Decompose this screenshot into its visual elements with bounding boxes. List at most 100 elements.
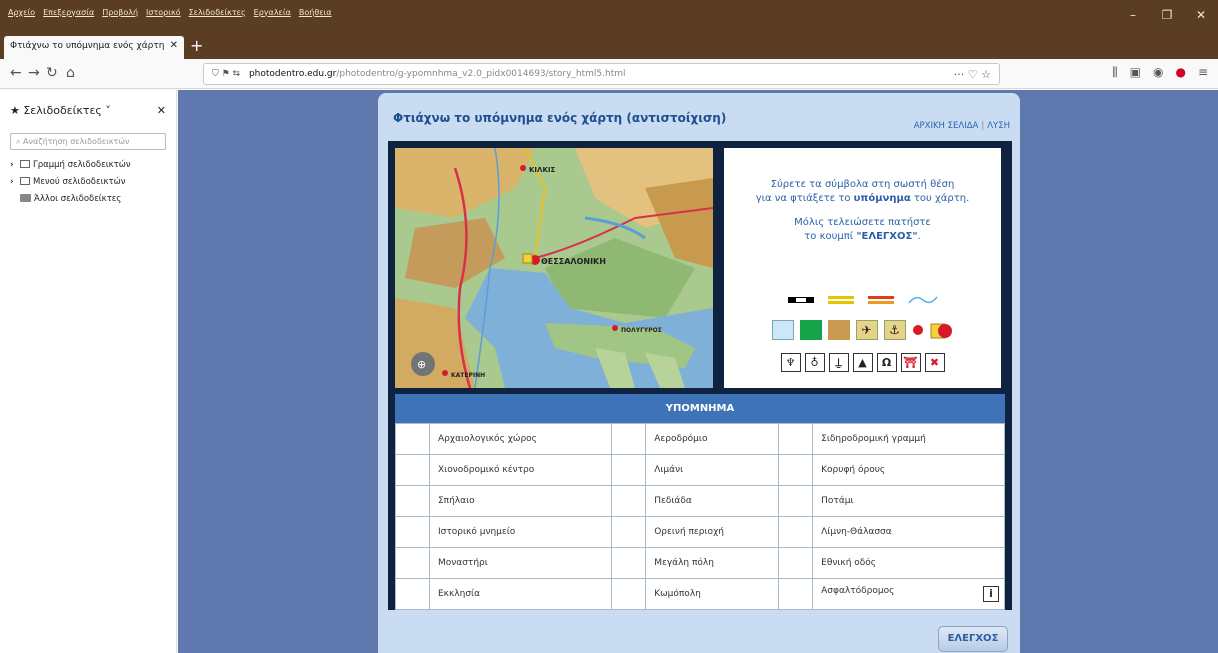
hamburger-menu-icon[interactable]: ≡ — [1198, 65, 1208, 80]
legend-table: Αρχαιολογικός χώρος Αεροδρόμιο Σιδηροδρο… — [395, 423, 1005, 610]
drop-slot[interactable] — [778, 578, 814, 610]
tracking-shield-icon[interactable]: ⛉ ⚑ ⇆ — [212, 69, 240, 79]
drop-slot[interactable] — [395, 454, 430, 486]
mountain-area-symbol[interactable] — [827, 320, 850, 340]
plain-symbol[interactable] — [799, 320, 822, 340]
menu-view[interactable]: Προβολή — [102, 8, 138, 17]
menu-tools[interactable]: Εργαλεία — [254, 8, 291, 17]
drop-slot[interactable] — [611, 516, 647, 548]
drop-slot[interactable] — [611, 547, 647, 579]
instructions-text-1: Σύρετε τα σύμβολα στη σωστή θέση για να … — [724, 178, 1001, 206]
back-icon[interactable]: ← — [10, 65, 22, 81]
instr-line-3: Μόλις τελειώσετε πατήστε — [794, 217, 931, 228]
drop-slot[interactable] — [395, 485, 430, 517]
url-bar[interactable]: ⛉ ⚑ ⇆ photodentro.edu.gr/photodentro/g-y… — [203, 63, 1000, 85]
highway-line-symbol[interactable] — [827, 295, 854, 305]
big-city-symbol[interactable] — [930, 320, 954, 340]
table-row: Μοναστήρι Μεγάλη πόλη Εθνική οδός — [395, 547, 1005, 579]
menu-help[interactable]: Βοήθεια — [299, 8, 332, 17]
bookmarks-search-input[interactable]: ⌕ Αναζήτηση σελιδοδεικτών — [10, 133, 166, 150]
sidebar-item-label: Άλλοι σελιδοδείκτες — [34, 194, 122, 204]
cave-symbol[interactable]: Ω — [876, 353, 897, 372]
instr-line-4b: "ΕΛΕΓΧΟΣ" — [856, 231, 918, 242]
restore-icon[interactable]: ❐ — [1150, 0, 1184, 34]
instr-line-2a: για να φτιάξετε το — [755, 193, 854, 204]
town-symbol[interactable] — [912, 324, 924, 336]
map-label-katerini: ΚΑΤΕΡΙΝΗ — [451, 372, 485, 379]
sidebar-toggle-icon[interactable]: ▣ — [1130, 65, 1141, 80]
sidebar-close-icon[interactable]: ✕ — [157, 104, 166, 117]
account-icon[interactable]: ◉ — [1153, 65, 1163, 80]
area-symbols-row: ✈ ⚓ — [724, 320, 1001, 340]
table-row: Ιστορικό μνημείο Ορεινή περιοχή Λίμνη-Θά… — [395, 516, 1005, 548]
tab-active[interactable]: Φτιάχνω το υπόμνημα ενός χάρτη ✕ — [4, 36, 184, 59]
drop-slot[interactable] — [395, 516, 430, 548]
table-row: Χιονοδρομικό κέντρο Λιμάνι Κορυφή όρους — [395, 454, 1005, 486]
toolbar-icon — [20, 160, 30, 168]
instructions-text-2: Μόλις τελειώσετε πατήστε το κουμπί "ΕΛΕΓ… — [724, 216, 1001, 244]
page-actions-icon[interactable]: ··· ♡ ☆ — [954, 68, 991, 81]
drop-slot[interactable] — [611, 423, 647, 455]
historic-monument-symbol[interactable]: ✖ — [924, 353, 945, 372]
library-icon[interactable]: ⫼ — [1112, 65, 1118, 80]
menu-file[interactable]: Αρχείο — [8, 8, 35, 17]
menu-history[interactable]: Ιστορικό — [146, 8, 181, 17]
drop-slot[interactable] — [778, 516, 814, 548]
bookmarks-sidebar: ★ Σελιδοδείκτες ˅ ✕ ⌕ Αναζήτηση σελιδοδε… — [0, 90, 177, 653]
drop-slot[interactable] — [778, 485, 814, 517]
tab-title: Φτιάχνω το υπόμνημα ενός χάρτη — [10, 41, 165, 51]
legend-label-last: Ασφαλτόδρομος i — [812, 578, 1005, 610]
legend-label: Μεγάλη πόλη — [645, 547, 780, 579]
instr-line-4c: . — [917, 231, 921, 242]
sidebar-item-toolbar[interactable]: › Γραμμή σελιδοδεικτών — [10, 160, 166, 170]
menu-bookmarks[interactable]: Σελιδοδείκτες — [189, 8, 246, 17]
church-symbol[interactable]: ♁ — [804, 353, 825, 372]
new-tab-icon[interactable]: + — [190, 37, 203, 55]
asphalt-road-symbol[interactable] — [867, 295, 894, 305]
table-row: Σπήλαιο Πεδιάδα Ποτάμι — [395, 485, 1005, 517]
port-symbol[interactable]: ⚓ — [883, 320, 906, 340]
airport-symbol[interactable]: ✈ — [855, 320, 878, 340]
close-window-icon[interactable]: ✕ — [1184, 0, 1218, 34]
monastery-symbol[interactable]: ⍊ — [828, 353, 849, 372]
legend-label: Λίμνη-Θάλασσα — [812, 516, 1005, 548]
close-tab-icon[interactable]: ✕ — [170, 40, 178, 51]
window-controls: – ❐ ✕ — [1116, 0, 1218, 34]
legend-label: Εκκλησία — [428, 578, 613, 610]
sidebar-title-button[interactable]: ★ Σελιδοδείκτες ˅ — [10, 104, 111, 117]
mountain-peak-symbol[interactable]: ▲ — [852, 353, 873, 372]
check-button[interactable]: ΕΛΕΓΧΟΣ — [938, 626, 1008, 652]
solution-link[interactable]: ΛΥΣΗ — [987, 121, 1010, 131]
archaeological-site-symbol[interactable]: ⛩ — [900, 353, 921, 372]
drop-slot[interactable] — [778, 423, 814, 455]
home-icon[interactable]: ⌂ — [66, 65, 75, 81]
drop-slot[interactable] — [778, 454, 814, 486]
minimize-icon[interactable]: – — [1116, 0, 1150, 34]
reload-icon[interactable]: ↻ — [46, 65, 58, 81]
line-symbols-row — [724, 294, 1001, 306]
sidebar-item-other[interactable]: Άλλοι σελιδοδείκτες — [10, 194, 166, 204]
extension-icon[interactable]: ● — [1175, 65, 1185, 80]
lake-sea-symbol[interactable] — [771, 320, 794, 340]
drop-slot[interactable] — [395, 547, 430, 579]
railway-line-symbol[interactable] — [787, 296, 814, 304]
legend-label: Σπήλαιο — [428, 485, 613, 517]
instr-line-1: Σύρετε τα σύμβολα στη σωστή θέση — [770, 179, 955, 190]
forward-icon[interactable]: → — [28, 65, 40, 81]
drop-slot[interactable] — [395, 578, 430, 610]
home-link[interactable]: ΑΡΧΙΚΗ ΣΕΛΙΔΑ — [914, 121, 979, 131]
drop-slot[interactable] — [611, 485, 647, 517]
drop-slot[interactable] — [395, 423, 430, 455]
point-symbols-row: ♆ ♁ ⍊ ▲ Ω ⛩ ✖ — [724, 353, 1001, 372]
sidebar-item-menu[interactable]: › Μενού σελιδοδεικτών — [10, 177, 166, 187]
info-button[interactable]: i — [983, 586, 999, 602]
menu-edit[interactable]: Επεξεργασία — [43, 8, 94, 17]
legend-label: Πεδιάδα — [645, 485, 780, 517]
activity-panel: Φτιάχνω το υπόμνημα ενός χάρτη (αντιστοί… — [378, 93, 1020, 653]
legend-label: Κωμόπολη — [645, 578, 780, 610]
drop-slot[interactable] — [611, 578, 647, 610]
river-symbol[interactable] — [907, 294, 938, 306]
ski-center-symbol[interactable]: ♆ — [780, 353, 801, 372]
drop-slot[interactable] — [778, 547, 814, 579]
drop-slot[interactable] — [611, 454, 647, 486]
